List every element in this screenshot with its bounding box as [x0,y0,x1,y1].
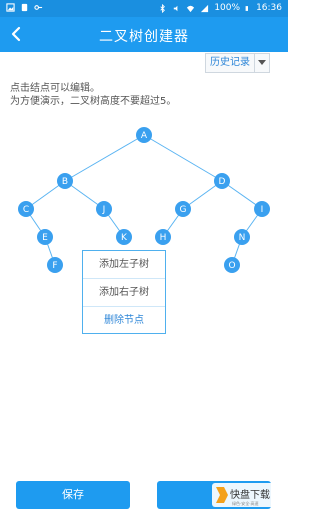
tree-node-label: F [52,261,57,271]
tree-node-label: I [261,205,264,215]
caret-down-icon [258,60,266,65]
instruction-line-1: 点击结点可以编辑。 [10,83,100,94]
mute-icon [174,5,178,11]
battery-icon [245,5,249,11]
status-right: 100% 16:36 [158,3,282,13]
tree-edge [143,134,223,182]
page-title: 二叉树创建器 [99,29,189,45]
gallery-icon [6,3,15,12]
tree-node-label: G [180,205,187,215]
add-right-subtree-item[interactable]: 添加右子树 [83,279,165,307]
tree-node-h[interactable]: H [155,229,171,245]
secondary-button[interactable] [157,481,271,509]
history-dropdown[interactable] [254,53,270,73]
tree-node-label: D [219,177,226,187]
tree-node-label: E [42,233,48,243]
wifi-icon [187,5,195,12]
instructions: 点击结点可以编辑。 为方便演示，二叉树高度不要超过5。 [10,82,176,108]
tree-node-label: A [141,131,148,141]
tree-node-b[interactable]: B [57,173,73,189]
bluetooth-icon [160,3,166,13]
notification-icon [21,3,28,12]
add-left-subtree-item[interactable]: 添加左子树 [83,251,165,279]
history-selector[interactable]: 历史记录 [205,53,270,73]
tree-node-label: H [160,233,167,243]
tree-node-g[interactable]: G [175,201,191,217]
tree-node-label: B [62,177,68,187]
tree-node-i[interactable]: I [254,201,270,217]
tree-node-label: J [102,205,106,215]
signal-icon [201,4,209,12]
history-button[interactable]: 历史记录 [205,53,254,73]
tree-edge [64,134,145,182]
battery-percent: 100% [214,3,241,13]
status-left [6,3,43,12]
tree-node-f[interactable]: F [47,257,63,273]
key-icon [34,5,43,10]
instruction-line-2: 为方便演示，二叉树高度不要超过5。 [10,96,177,107]
tree-node-label: N [239,233,246,243]
save-button[interactable]: 保存 [16,481,130,509]
tree-node-a[interactable]: A [136,127,152,143]
tree-node-label: C [23,205,29,215]
delete-node-item[interactable]: 删除节点 [83,307,165,334]
tree-node-label: O [228,261,235,271]
tree-node-n[interactable]: N [234,229,250,245]
tree-node-j[interactable]: J [96,201,112,217]
clock: 16:36 [256,3,282,13]
context-menu: 添加左子树 添加右子树 删除节点 [82,250,166,334]
status-bar: 100% 16:36 [0,0,288,17]
tree-node-e[interactable]: E [37,229,53,245]
app-bar: 二叉树创建器 [0,17,288,52]
tree-node-k[interactable]: K [116,229,132,245]
tree-node-o[interactable]: O [224,257,240,273]
tree-node-d[interactable]: D [214,173,230,189]
tree-node-c[interactable]: C [18,201,34,217]
